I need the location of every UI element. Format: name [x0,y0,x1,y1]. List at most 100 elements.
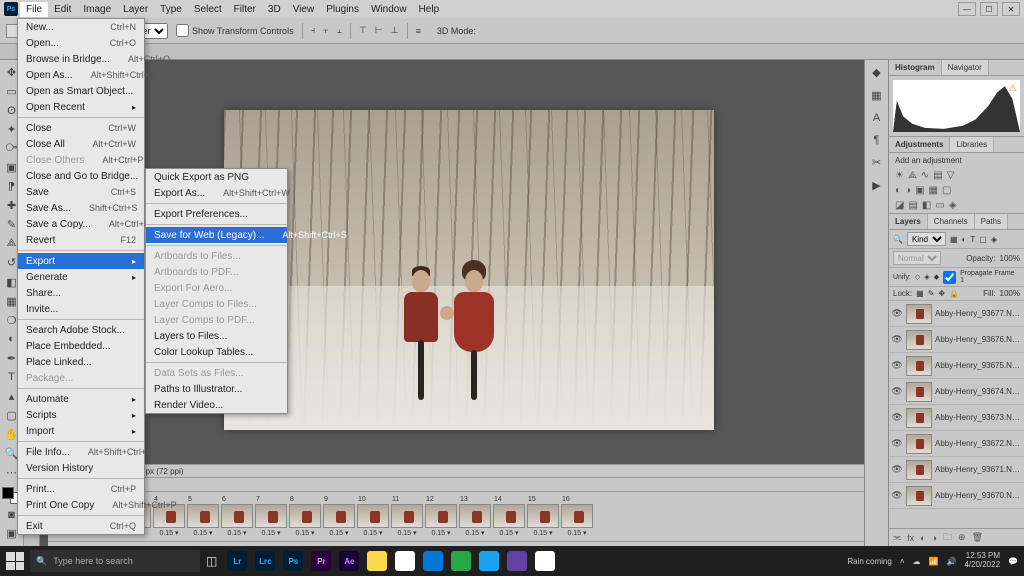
start-button[interactable] [6,552,24,570]
align-right-icon[interactable]: ⫠ [337,25,342,36]
foreground-color[interactable] [2,487,14,499]
menuitem-file-info[interactable]: File Info...Alt+Shift+Ctrl+I [18,444,144,460]
menuitem-open[interactable]: Open...Ctrl+O [18,35,144,51]
timeline-frame[interactable]: 50.15 ▾ [186,496,220,537]
filter-adjust-icon[interactable]: ◐ [962,235,967,244]
close-button[interactable]: ✕ [1002,2,1020,16]
weather-widget[interactable]: Rain coming [847,557,891,566]
menuitem-save-a-copy[interactable]: Save a Copy...Alt+Ctrl+S [18,216,144,232]
tray-chevron-icon[interactable]: ˄ [900,557,905,566]
menuitem-export-preferences[interactable]: Export Preferences... [146,206,287,222]
lock-all-icon[interactable]: 🔒 [949,289,959,298]
tab-libraries[interactable]: Libraries [950,137,994,152]
menuitem-render-video[interactable]: Render Video... [146,397,287,413]
menuitem-automate[interactable]: Automate▸ [18,391,144,407]
layer-thumbnail[interactable] [906,304,932,324]
filter-shape-icon[interactable]: ▢ [979,235,987,244]
menuitem-revert[interactable]: RevertF12 [18,232,144,248]
timeline-frame[interactable]: 90.15 ▾ [322,496,356,537]
lookup-adj-icon[interactable]: ▢ [942,185,951,196]
layer-thumbnail[interactable] [906,356,932,376]
lock-pixels-icon[interactable]: ✎ [928,289,935,298]
visibility-icon[interactable]: 👁 [891,386,903,397]
menuitem-print-one-copy[interactable]: Print One CopyAlt+Shift+Ctrl+P [18,497,144,513]
menuitem-open-as-smart-object[interactable]: Open as Smart Object... [18,83,144,99]
menuitem-generate[interactable]: Generate▸ [18,269,144,285]
taskbar-app[interactable] [423,551,443,571]
cloud-icon[interactable]: ☁ [913,557,921,566]
timeline-frame[interactable]: 80.15 ▾ [288,496,322,537]
tab-layers[interactable]: Layers [889,214,928,229]
menuitem-browse-in-bridge[interactable]: Browse in Bridge...Alt+Ctrl+O [18,51,144,67]
layer-thumbnail[interactable] [906,382,932,402]
align-top-icon[interactable]: ⊤ [359,25,367,36]
minimize-button[interactable]: — [958,2,976,16]
filter-type-icon[interactable]: T [970,235,975,244]
menuitem-place-embedded[interactable]: Place Embedded... [18,338,144,354]
menuitem-new[interactable]: New...Ctrl+N [18,19,144,35]
menuitem-close[interactable]: CloseCtrl+W [18,120,144,136]
tab-histogram[interactable]: Histogram [889,60,942,75]
menuitem-save[interactable]: SaveCtrl+S [18,184,144,200]
delete-layer-icon[interactable]: 🗑 [972,532,983,543]
notifications-icon[interactable]: 💬 [1008,557,1018,566]
menuitem-place-linked[interactable]: Place Linked... [18,354,144,370]
menuitem-close-all[interactable]: Close AllAlt+Ctrl+W [18,136,144,152]
menuitem-search-adobe-stock[interactable]: Search Adobe Stock... [18,322,144,338]
tab-paths[interactable]: Paths [975,214,1008,229]
filter-smart-icon[interactable]: ◈ [991,235,997,244]
opacity-value[interactable]: 100% [1000,254,1020,263]
layer-row[interactable]: 👁Abby-Henry_93674.NEF [889,379,1024,405]
menuitem-version-history[interactable]: Version History [18,460,144,476]
taskbar-app[interactable]: Ps [283,551,303,571]
layer-thumbnail[interactable] [906,460,932,480]
task-view-icon[interactable]: ◫ [206,554,217,568]
gradient-map-adj-icon[interactable]: ▭ [935,200,944,211]
timeline-frame[interactable]: 110.15 ▾ [390,496,424,537]
taskbar-app[interactable]: Lr [227,551,247,571]
menuitem-save-for-web-legacy[interactable]: Save for Web (Legacy)...Alt+Shift+Ctrl+S [146,227,287,243]
menu-help[interactable]: Help [413,2,446,17]
group-icon[interactable]: 🗀 [943,530,952,546]
kind-filter[interactable]: Kind [907,232,946,246]
layer-thumbnail[interactable] [906,434,932,454]
tab-channels[interactable]: Channels [928,214,975,229]
timeline-frame[interactable]: 60.15 ▾ [220,496,254,537]
layer-row[interactable]: 👁Abby-Henry_93671.NEF [889,457,1024,483]
brushes-panel-icon[interactable]: ✂ [872,156,881,169]
layer-row[interactable]: 👁Abby-Henry_93677.NEF [889,301,1024,327]
clock[interactable]: 12:53 PM 4/20/2022 [964,552,1000,570]
channel-mixer-adj-icon[interactable]: ▦ [929,185,938,196]
propagate-frame-checkbox[interactable] [943,271,956,284]
taskbar-search[interactable]: 🔍 Type here to search [30,550,200,572]
posterize-adj-icon[interactable]: ▤ [908,200,917,211]
menu-select[interactable]: Select [188,2,228,17]
cache-warning-icon[interactable]: ⚠ [1009,83,1017,94]
new-layer-icon[interactable]: ⊕ [958,532,966,543]
filter-pixel-icon[interactable]: ▦ [950,235,958,244]
taskbar-app[interactable] [479,551,499,571]
taskbar-app[interactable]: Ae [339,551,359,571]
layer-thumbnail[interactable] [906,408,932,428]
visibility-icon[interactable]: 👁 [891,464,903,475]
menuitem-import[interactable]: Import▸ [18,423,144,439]
menuitem-exit[interactable]: ExitCtrl+Q [18,518,144,534]
menuitem-print[interactable]: Print...Ctrl+P [18,481,144,497]
curves-adj-icon[interactable]: ∿ [921,170,929,181]
layers-list[interactable]: 👁Abby-Henry_93677.NEF👁Abby-Henry_93676.N… [889,301,1024,528]
taskbar-app[interactable] [451,551,471,571]
visibility-icon[interactable]: 👁 [891,490,903,501]
menu-file[interactable]: File [20,2,48,17]
selective-color-adj-icon[interactable]: ◈ [949,200,957,211]
layer-row[interactable]: 👁Abby-Henry_93670.NEF [889,483,1024,509]
menu-window[interactable]: Window [365,2,413,17]
menu-layer[interactable]: Layer [117,2,154,17]
invert-adj-icon[interactable]: ◪ [895,200,904,211]
fill-value[interactable]: 100% [1000,289,1020,298]
menu-plugins[interactable]: Plugins [320,2,365,17]
menuitem-save-as[interactable]: Save As...Shift+Ctrl+S [18,200,144,216]
photo-filter-adj-icon[interactable]: ▣ [915,185,924,196]
vibrance-adj-icon[interactable]: ▽ [947,170,955,181]
timeline-frame[interactable]: 150.15 ▾ [526,496,560,537]
layer-row[interactable]: 👁Abby-Henry_93676.NEF [889,327,1024,353]
